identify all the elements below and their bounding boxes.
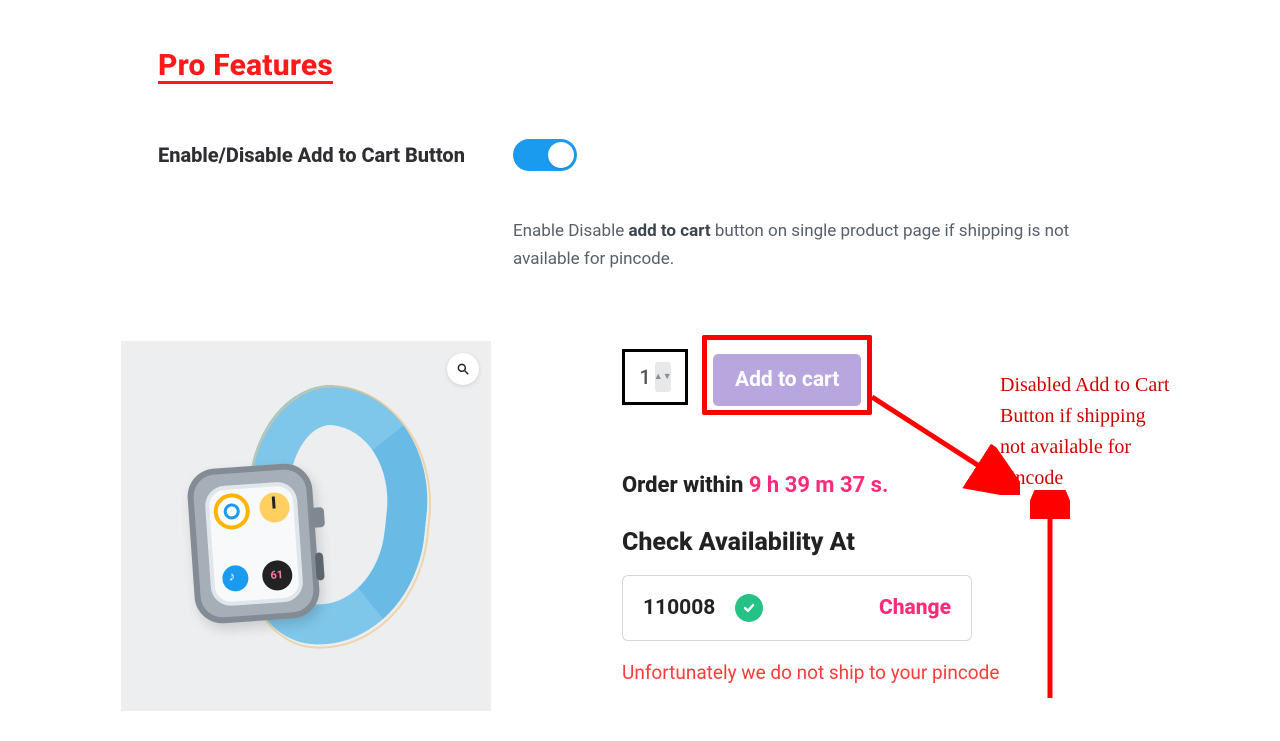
desc-prefix: Enable Disable [513,221,628,241]
order-prefix: Order within [622,473,749,498]
zoom-button[interactable] [447,353,479,385]
quantity-stepper[interactable]: 1 ▲▼ [622,349,688,405]
setting-row: Enable/Disable Add to Cart Button Enable… [158,139,1158,273]
magnifier-icon [456,362,470,376]
toggle-enable-addtocart[interactable] [513,139,577,171]
annotation-highlight-box: Add to cart [702,335,872,415]
annotation-callout: Disabled Add to Cart Button if shipping … [1000,370,1170,494]
pincode-value: 110008 [643,596,715,620]
quantity-value: 1 [639,365,650,389]
availability-heading: Check Availability At [622,528,1152,557]
setting-description: Enable Disable add to cart button on sin… [513,217,1113,273]
check-icon [742,601,756,615]
watch-illustration: 61 [176,376,436,676]
shipping-error-text: Unfortunately we do not ship to your pin… [622,661,1152,684]
countdown-timer: 9 h 39 m 37 s. [749,473,889,498]
add-to-cart-button[interactable]: Add to cart [713,354,861,406]
toggle-knob [548,142,574,168]
product-image: 61 [121,341,491,711]
section-title: Pro Features [158,48,1158,83]
pincode-box: 110008 Change [622,575,972,641]
setting-label: Enable/Disable Add to Cart Button [158,139,513,167]
quantity-spinner-icon: ▲▼ [655,362,671,392]
change-pincode-link[interactable]: Change [879,596,951,620]
desc-bold: add to cart [628,221,710,241]
pincode-valid-badge [735,594,763,622]
